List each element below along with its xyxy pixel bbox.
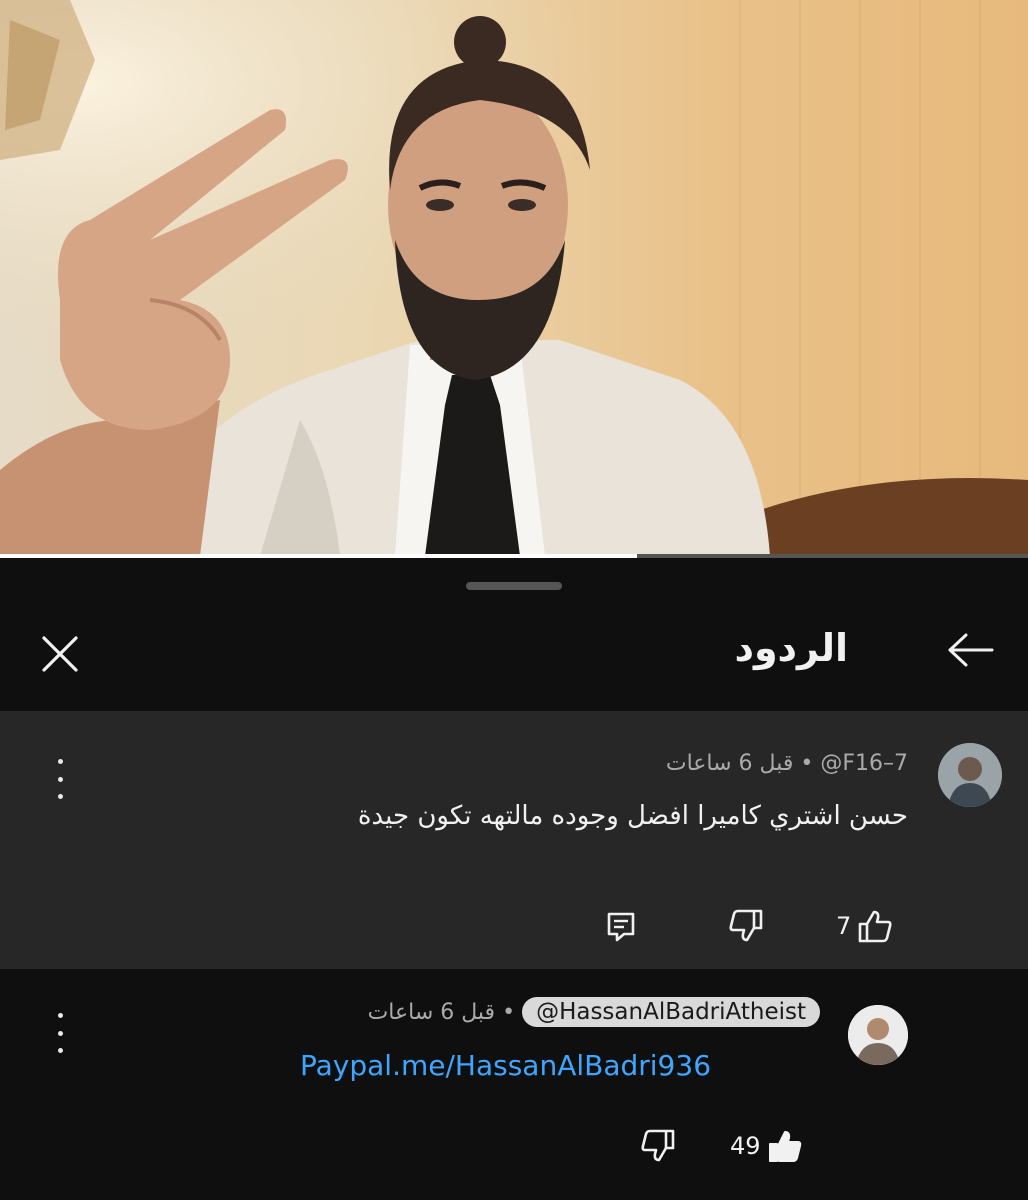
close-icon <box>42 636 78 672</box>
thumbs-up-icon <box>768 1131 801 1162</box>
avatar[interactable] <box>938 743 1002 807</box>
like-count: 7 <box>836 912 852 940</box>
meta-separator: • <box>800 751 814 776</box>
reply-time: قبل 6 ساعات <box>367 1000 496 1025</box>
more-vertical-icon <box>57 1013 63 1018</box>
more-vertical-icon <box>57 759 63 764</box>
dislike-button[interactable] <box>728 909 764 943</box>
avatar-image <box>848 1005 908 1065</box>
more-dot <box>57 1048 63 1053</box>
reply-meta: @HassanAlBadriAtheist • قبل 6 ساعات <box>368 997 820 1027</box>
arrow-left-icon <box>948 633 994 667</box>
drag-handle[interactable] <box>466 582 562 590</box>
like-button[interactable]: 7 <box>836 909 893 943</box>
reply-avatar[interactable] <box>848 1005 908 1065</box>
video-frame-image <box>0 0 1028 556</box>
reply-comment: @HassanAlBadriAtheist • قبل 6 ساعات Payp… <box>0 969 1028 1200</box>
reply-handle-chip[interactable]: @HassanAlBadriAtheist <box>522 997 820 1027</box>
panel-title: الردود <box>734 626 848 670</box>
more-options-button[interactable] <box>50 759 70 799</box>
parent-comment: @F16–7 • قبل 6 ساعات حسن اشتري كاميرا اف… <box>0 711 1028 969</box>
replies-panel: الردود @F16–7 • قبل 6 ساعات حسن اشتري كا… <box>0 558 1028 1200</box>
like-button[interactable]: 49 <box>730 1129 803 1163</box>
thumbs-up-icon <box>858 910 892 943</box>
reply-link[interactable]: Paypal.me/HassanAlBadri936 <box>300 1049 711 1082</box>
dislike-button[interactable] <box>640 1129 676 1163</box>
more-options-button[interactable] <box>50 1013 70 1053</box>
close-button[interactable] <box>34 628 86 680</box>
comment-reply-icon <box>607 912 635 942</box>
more-dot <box>57 1030 63 1036</box>
like-count: 49 <box>730 1132 761 1160</box>
meta-separator: • <box>502 1000 516 1025</box>
more-dot <box>57 776 63 782</box>
video-player[interactable] <box>0 0 1028 556</box>
reply-button[interactable] <box>606 911 636 943</box>
comment-time: قبل 6 ساعات <box>665 751 794 776</box>
comment-handle[interactable]: @F16–7 <box>820 751 908 776</box>
thumbs-down-icon <box>641 1129 675 1162</box>
avatar-image <box>938 743 1002 807</box>
thumbs-down-icon <box>729 909 763 942</box>
comment-text: حسن اشتري كاميرا افضل وجوده مالتهه تكون … <box>357 801 908 831</box>
more-dot <box>57 794 63 799</box>
back-button[interactable] <box>944 630 996 670</box>
comment-meta: @F16–7 • قبل 6 ساعات <box>666 751 908 776</box>
